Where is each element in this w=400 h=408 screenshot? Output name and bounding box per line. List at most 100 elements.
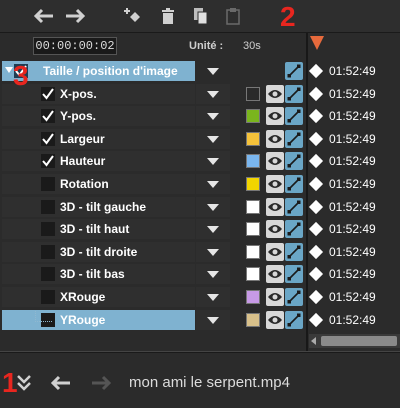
row-label: 3D - tilt bas xyxy=(60,267,125,282)
keyframe-diamond[interactable] xyxy=(308,109,324,124)
arrow-right-icon[interactable] xyxy=(64,6,86,26)
parameter-row[interactable]: Largeur 01:52:49 xyxy=(0,128,400,150)
interpolation-dropdown[interactable] xyxy=(196,61,230,81)
row-checkbox[interactable] xyxy=(41,199,55,214)
interpolation-dropdown[interactable] xyxy=(196,264,230,285)
eye-icon[interactable] xyxy=(266,265,284,284)
keyframe-diamond[interactable] xyxy=(308,86,324,101)
interpolation-dropdown[interactable] xyxy=(196,287,230,307)
row-checkbox[interactable] xyxy=(41,244,55,259)
curve-edit-icon[interactable] xyxy=(285,107,303,126)
curve-edit-icon[interactable] xyxy=(285,175,303,193)
interpolation-dropdown[interactable] xyxy=(196,241,230,262)
keyframe-diamond[interactable] xyxy=(308,199,324,214)
parameter-row[interactable]: 3D - tilt haut 01:52:49 xyxy=(0,218,400,240)
row-checkbox[interactable] xyxy=(41,177,55,191)
interpolation-dropdown[interactable] xyxy=(196,151,230,172)
row-checkbox[interactable] xyxy=(41,131,55,146)
row-checkbox[interactable] xyxy=(41,267,55,282)
keyframe-diamond[interactable] xyxy=(308,267,324,282)
eye-icon[interactable] xyxy=(266,220,284,239)
row-checkbox[interactable] xyxy=(41,86,55,101)
curve-color-swatch[interactable] xyxy=(246,290,260,304)
curve-edit-icon[interactable] xyxy=(285,288,303,306)
curve-color-swatch[interactable] xyxy=(246,244,260,259)
eye-icon[interactable] xyxy=(266,175,284,193)
curve-edit-icon[interactable] xyxy=(285,62,303,80)
parameter-row[interactable]: 3D - tilt droite 01:52:49 xyxy=(0,241,400,263)
eye-icon[interactable] xyxy=(266,197,284,216)
keyframe-time: 01:52:49 xyxy=(329,109,376,124)
parameter-row[interactable]: 3D - tilt bas 01:52:49 xyxy=(0,263,400,285)
interpolation-dropdown[interactable] xyxy=(196,174,230,194)
interpolation-dropdown[interactable] xyxy=(196,196,230,217)
eye-icon[interactable] xyxy=(266,152,284,171)
curve-edit-icon[interactable] xyxy=(285,242,303,261)
interpolation-dropdown[interactable] xyxy=(196,128,230,149)
unit-value[interactable]: 30s xyxy=(243,40,261,52)
curve-color-swatch[interactable] xyxy=(246,312,260,327)
keyframe-diamond[interactable] xyxy=(308,222,324,237)
scroll-left-icon[interactable] xyxy=(311,337,316,345)
row-checkbox[interactable] xyxy=(41,109,55,124)
keyframe-diamond[interactable] xyxy=(308,289,324,305)
curve-color-swatch[interactable] xyxy=(246,86,260,101)
add-keyframe-icon[interactable] xyxy=(122,6,144,26)
keyframe-diamond[interactable] xyxy=(308,63,324,79)
curve-edit-icon[interactable] xyxy=(285,310,303,329)
timecode-display[interactable]: 00:00:00:02 xyxy=(33,37,117,55)
eye-icon[interactable] xyxy=(266,242,284,261)
eye-icon[interactable] xyxy=(266,129,284,148)
eye-icon[interactable] xyxy=(266,107,284,126)
curve-color-swatch[interactable] xyxy=(246,222,260,237)
row-checkbox[interactable] xyxy=(41,290,55,304)
scrollbar-thumb[interactable] xyxy=(321,336,397,346)
keyframe-diamond[interactable] xyxy=(308,154,324,169)
eye-icon[interactable] xyxy=(266,310,284,329)
curve-edit-icon[interactable] xyxy=(285,197,303,216)
parameter-row[interactable]: 3D - tilt gauche 01:52:49 xyxy=(0,196,400,218)
timeline-scrollbar[interactable] xyxy=(309,334,400,348)
expand-arrow-icon[interactable] xyxy=(5,67,13,73)
interpolation-dropdown[interactable] xyxy=(196,219,230,240)
curve-color-swatch[interactable] xyxy=(246,177,260,191)
trash-icon[interactable] xyxy=(157,6,179,26)
interpolation-dropdown[interactable] xyxy=(196,106,230,127)
curve-color-swatch[interactable] xyxy=(246,199,260,214)
group-row[interactable]: Taille / position d'image 01:52:49 xyxy=(0,60,400,82)
curve-edit-icon[interactable] xyxy=(285,84,303,103)
keyframe-diamond[interactable] xyxy=(308,244,324,259)
interpolation-dropdown[interactable] xyxy=(196,83,230,104)
arrow-left-icon[interactable] xyxy=(50,375,72,396)
arrow-right-icon[interactable] xyxy=(90,375,112,396)
curve-edit-icon[interactable] xyxy=(285,129,303,148)
keyframe-diamond[interactable] xyxy=(308,312,324,327)
paste-icon[interactable] xyxy=(222,6,244,26)
row-checkbox[interactable] xyxy=(41,154,55,169)
keyframe-diamond[interactable] xyxy=(308,131,324,146)
row-label-area[interactable] xyxy=(2,106,195,127)
curve-color-swatch[interactable] xyxy=(246,109,260,124)
curve-edit-icon[interactable] xyxy=(285,152,303,171)
eye-icon[interactable] xyxy=(266,288,284,306)
arrow-left-icon[interactable] xyxy=(33,6,55,26)
parameter-row[interactable]: YRouge 01:52:49 xyxy=(0,309,400,331)
curve-edit-icon[interactable] xyxy=(285,220,303,239)
parameter-row[interactable]: Hauteur 01:52:49 xyxy=(0,150,400,172)
playhead-marker[interactable] xyxy=(310,36,324,50)
parameter-row[interactable]: Y-pos. 01:52:49 xyxy=(0,105,400,127)
copy-icon[interactable] xyxy=(190,6,212,26)
row-label-area[interactable] xyxy=(2,83,195,104)
keyframe-diamond[interactable] xyxy=(308,176,324,192)
eye-icon[interactable] xyxy=(266,84,284,103)
interpolation-dropdown[interactable] xyxy=(196,309,230,330)
parameter-row[interactable]: XRouge 01:52:49 xyxy=(0,286,400,308)
curve-color-swatch[interactable] xyxy=(246,154,260,169)
curve-color-swatch[interactable] xyxy=(246,131,260,146)
curve-edit-icon[interactable] xyxy=(285,265,303,284)
double-chevron-down-icon[interactable] xyxy=(14,373,34,398)
row-checkbox[interactable] xyxy=(41,222,55,237)
parameter-row[interactable]: X-pos. 01:52:49 xyxy=(0,83,400,105)
parameter-row[interactable]: Rotation 01:52:49 xyxy=(0,173,400,195)
curve-color-swatch[interactable] xyxy=(246,267,260,282)
